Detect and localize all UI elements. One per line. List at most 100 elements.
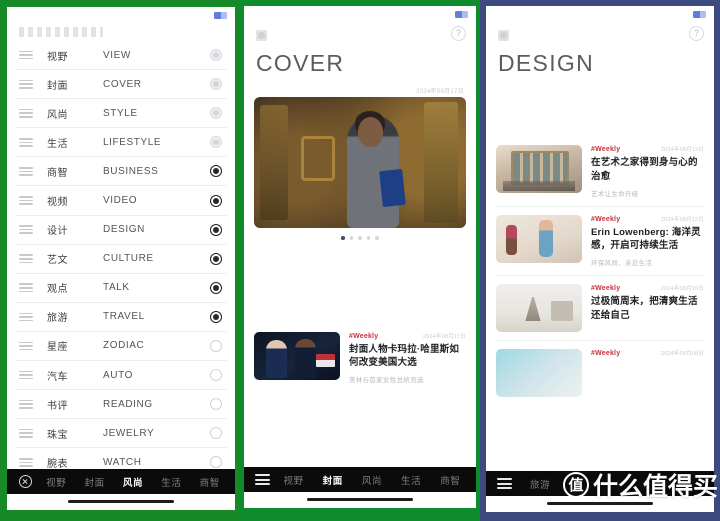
article-meta: #Weekly 2024年08月08日: [591, 349, 704, 357]
brand-tag: #Weekly: [591, 146, 621, 153]
category-label-en: TALK: [103, 282, 130, 294]
article-card[interactable]: #Weekly 2024年08月13日 在艺术之家得到身与心的治愈 艺术让生命升级: [486, 137, 714, 206]
category-row[interactable]: 生活 LIFESTYLE: [15, 128, 227, 158]
category-label-cn: 视频: [47, 197, 68, 209]
drag-handle-icon[interactable]: [19, 225, 33, 234]
article-thumbnail: [496, 284, 582, 333]
article-thumbnail: [254, 331, 340, 380]
category-row[interactable]: 书评 READING: [15, 390, 227, 420]
article-card[interactable]: #Weekly 2024年08月12日 Erin Lowenberg: 海洋灵感，开…: [486, 207, 714, 276]
hamburger-menu-icon[interactable]: [492, 477, 516, 490]
drag-handle-icon[interactable]: [19, 457, 33, 467]
tab-4[interactable]: 生活: [161, 475, 181, 489]
category-label-en: COVER: [103, 78, 142, 90]
drag-handle-icon[interactable]: [19, 341, 33, 351]
category-toggle[interactable]: [210, 369, 222, 382]
drag-handle-icon[interactable]: [19, 196, 33, 205]
carousel-dot[interactable]: [341, 236, 345, 240]
tab-2[interactable]: 封面: [323, 473, 343, 487]
drag-handle-icon[interactable]: [19, 167, 33, 176]
article-card[interactable]: #Weekly 2024年08月17日 封面人物卡玛拉·哈里斯如何改变美国大选 …: [244, 324, 476, 393]
carousel-dots[interactable]: [254, 236, 466, 240]
category-toggle[interactable]: [210, 310, 222, 323]
category-toggle[interactable]: [210, 398, 222, 411]
article-meta: #Weekly 2024年08月13日: [591, 145, 704, 153]
help-icon[interactable]: ?: [689, 26, 704, 41]
category-toggle[interactable]: [210, 281, 222, 294]
brand-tag: #Weekly: [591, 285, 621, 293]
category-row[interactable]: 商智 BUSINESS: [15, 157, 227, 187]
category-row[interactable]: 星座 ZODIAC: [15, 332, 227, 362]
home-indicator[interactable]: [68, 500, 174, 503]
article-body: #Weekly 2024年08月13日 在艺术之家得到身与心的治愈 艺术让生命升级: [591, 145, 704, 198]
carousel-dot[interactable]: [349, 236, 354, 240]
hamburger-menu-icon[interactable]: [250, 473, 274, 486]
close-circle-icon[interactable]: [13, 475, 37, 488]
help-icon[interactable]: ?: [451, 26, 466, 41]
category-label-cn: 书评: [47, 400, 68, 412]
drag-handle-icon[interactable]: [19, 108, 33, 118]
home-indicator[interactable]: [547, 502, 653, 505]
category-row[interactable]: 汽车 AUTO: [15, 361, 227, 391]
category-toggle[interactable]: [210, 107, 222, 120]
drag-handle-icon[interactable]: [19, 370, 33, 380]
category-toggle[interactable]: [210, 456, 222, 469]
article-card[interactable]: #Weekly 2024年08月10日 过极简周末，把清爽生活还给自己: [486, 276, 714, 340]
category-toggle[interactable]: [210, 165, 222, 178]
drag-handle-icon[interactable]: [19, 137, 33, 147]
category-toggle[interactable]: [210, 136, 222, 149]
tab-4[interactable]: 生活: [401, 473, 421, 487]
carousel-dot[interactable]: [366, 236, 371, 240]
category-label-en: ZODIAC: [103, 340, 145, 352]
drag-handle-icon[interactable]: [19, 283, 33, 293]
tab-1[interactable]: 视野: [46, 475, 66, 489]
category-label-cn: 旅游: [47, 313, 68, 325]
drag-handle-icon[interactable]: [19, 50, 33, 60]
tab-2[interactable]: 封面: [84, 475, 104, 489]
drag-handle-icon[interactable]: [19, 428, 33, 438]
tab-1[interactable]: 视野: [283, 473, 303, 487]
battery-icon: [455, 11, 468, 18]
category-row[interactable]: 设计 DESIGN: [15, 216, 227, 245]
hero-image[interactable]: [254, 97, 466, 228]
tab-5[interactable]: 商智: [440, 473, 460, 487]
home-indicator[interactable]: [307, 498, 413, 501]
avatar-icon[interactable]: [498, 30, 509, 41]
category-row[interactable]: 视频 VIDEO: [15, 186, 227, 216]
tab-5[interactable]: 商智: [200, 475, 220, 489]
category-toggle[interactable]: [210, 78, 222, 91]
drag-handle-icon[interactable]: [19, 312, 33, 322]
category-toggle[interactable]: [210, 194, 222, 207]
drag-handle-icon[interactable]: [19, 399, 33, 409]
category-toggle[interactable]: [210, 252, 222, 265]
tab-3[interactable]: 风尚: [123, 475, 143, 489]
mid-phone-screen: ? COVER 2024年08月17日 #Weekly 2024年08月17日 …: [244, 6, 476, 508]
category-toggle[interactable]: [210, 427, 222, 440]
article-title: Erin Lowenberg: 海洋灵感，开启可持续生活: [591, 226, 701, 252]
carousel-dot[interactable]: [375, 236, 379, 240]
category-label-cn: 腕表: [47, 458, 68, 470]
category-row[interactable]: 珠宝 JEWELRY: [15, 419, 227, 449]
category-row[interactable]: 观点 TALK: [15, 274, 227, 303]
tab-3[interactable]: 风尚: [362, 473, 382, 487]
left-phone-frame: 视野 VIEW 封面 COVER 风尚 STYLE 生活 LIFESTYLE 商智 BUSINES…: [0, 0, 240, 521]
category-row[interactable]: 风尚 STYLE: [15, 99, 227, 129]
category-toggle[interactable]: [210, 223, 222, 236]
category-label-cn: 设计: [47, 226, 68, 238]
category-toggle[interactable]: [210, 339, 222, 352]
drag-handle-icon[interactable]: [19, 79, 33, 89]
category-row[interactable]: 艺文 CULTURE: [15, 245, 227, 274]
right-tabs: 旅游: [516, 477, 708, 491]
category-row[interactable]: 封面 COVER: [15, 70, 227, 100]
hero-carousel[interactable]: 2024年08月17日: [254, 89, 466, 240]
category-label-en: BUSINESS: [103, 165, 159, 177]
article-card[interactable]: #Weekly 2024年08月08日: [486, 341, 714, 405]
drag-handle-icon[interactable]: [19, 254, 33, 264]
tab-1[interactable]: 旅游: [530, 477, 550, 491]
category-row[interactable]: 视野 VIEW: [15, 41, 227, 71]
carousel-dot[interactable]: [358, 236, 362, 240]
category-row[interactable]: 旅游 TRAVEL: [15, 303, 227, 332]
category-label-en: JEWELRY: [103, 427, 155, 439]
avatar-icon[interactable]: [256, 30, 267, 41]
category-toggle[interactable]: [210, 49, 222, 62]
